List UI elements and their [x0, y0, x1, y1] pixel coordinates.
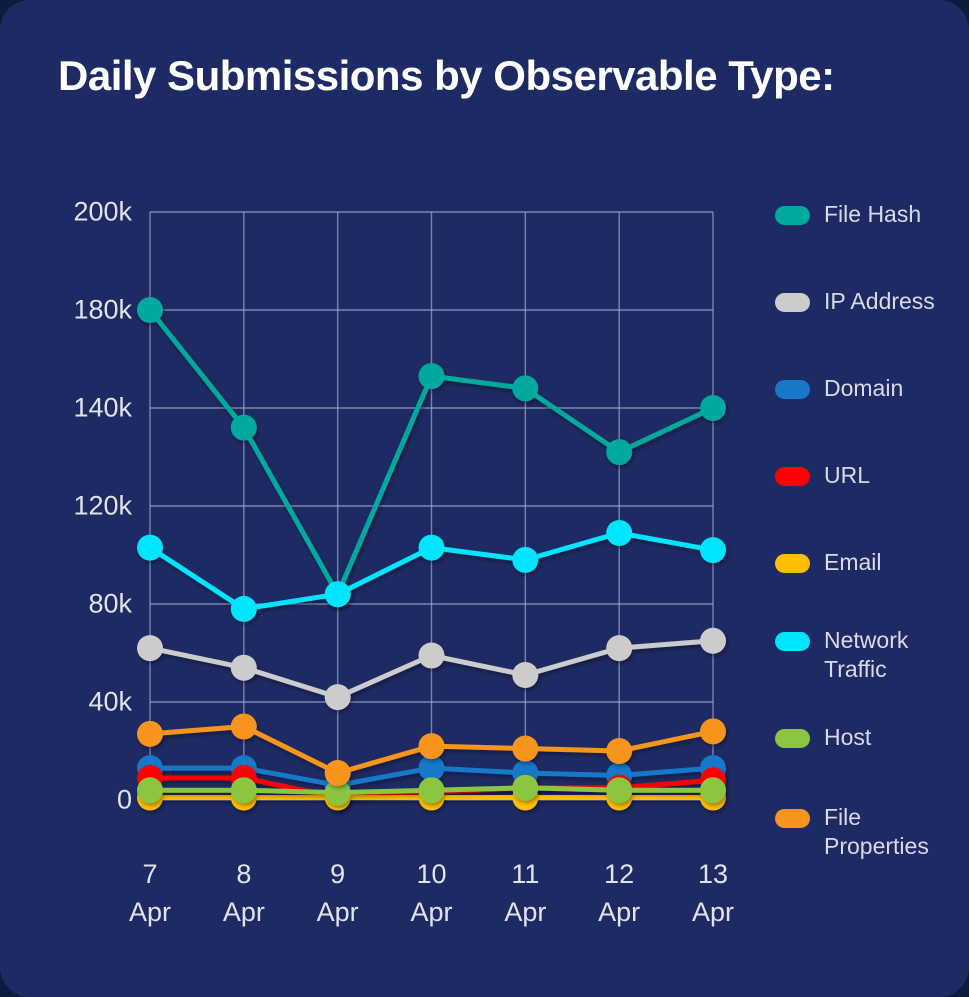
x-axis-tick-month: Apr	[128, 897, 172, 927]
data-point[interactable]	[512, 546, 539, 573]
y-axis-tick-label: 0	[116, 784, 132, 815]
x-axis-tick-month: Apr	[691, 897, 735, 927]
legend-item-host[interactable]: Host	[775, 723, 871, 752]
y-axis-tick-label: 140k	[73, 392, 132, 423]
data-point[interactable]	[230, 414, 257, 441]
y-axis-tick-label: 180k	[73, 294, 132, 325]
data-point[interactable]	[230, 713, 257, 740]
x-axis-tick-month: Apr	[598, 897, 641, 927]
x-axis-tick-month: Apr	[316, 897, 359, 927]
data-point[interactable]	[418, 777, 445, 804]
legend-swatch-icon	[775, 293, 810, 312]
y-axis-tick-label: 40k	[88, 686, 132, 717]
x-axis-tick-label: 7 Apr	[129, 855, 171, 931]
x-axis-tick-day: 10	[416, 859, 447, 889]
legend-swatch-icon	[775, 206, 810, 225]
data-point[interactable]	[512, 375, 539, 402]
data-point[interactable]	[418, 534, 445, 561]
legend-item-label: URL	[824, 462, 871, 488]
data-point[interactable]	[137, 720, 163, 747]
data-point[interactable]	[606, 777, 633, 804]
x-axis-tick-label: 12 Apr	[598, 855, 640, 931]
legend-swatch-icon	[775, 467, 810, 486]
legend-item-url[interactable]: URL	[775, 461, 870, 490]
data-point[interactable]	[700, 777, 726, 804]
legend-swatch-icon	[775, 809, 810, 828]
data-point[interactable]	[230, 595, 257, 622]
legend-item-label: File Properties	[824, 804, 929, 859]
data-point[interactable]	[700, 537, 726, 564]
data-point[interactable]	[700, 627, 726, 654]
x-axis-tick-month: Apr	[222, 897, 265, 927]
data-point[interactable]	[512, 774, 539, 801]
data-point[interactable]	[137, 297, 163, 323]
x-axis-tick-month: Apr	[410, 897, 453, 927]
data-point[interactable]	[324, 581, 351, 608]
data-point[interactable]	[606, 439, 633, 466]
grid-lines	[149, 211, 714, 801]
x-axis-tick-label: 9 Apr	[317, 855, 359, 931]
data-point[interactable]	[137, 635, 163, 662]
y-axis-tick-label: 120k	[73, 490, 132, 521]
legend-item-label: Email	[824, 549, 882, 575]
data-point[interactable]	[700, 718, 726, 745]
data-point[interactable]	[137, 777, 163, 804]
legend-item-domain[interactable]: Domain	[775, 374, 903, 403]
chart-card: Daily Submissions by Observable Type: 20…	[0, 0, 969, 997]
x-axis-tick-day: 8	[236, 859, 252, 889]
data-point[interactable]	[230, 777, 257, 804]
legend-item-ip-address[interactable]: IP Address	[775, 287, 935, 316]
x-axis-tick-day: 9	[330, 859, 346, 889]
legend-item-email[interactable]: Email	[775, 548, 882, 577]
legend-item-network-traffic[interactable]: Network Traffic	[775, 626, 964, 684]
data-point[interactable]	[418, 642, 445, 669]
x-axis-tick-day: 11	[511, 859, 540, 889]
x-axis-tick-label: 10 Apr	[410, 855, 452, 931]
x-axis: 7 Apr 8 Apr 9 Apr 10 Apr 11 Apr 12 Apr 13 Apr	[0, 855, 969, 935]
legend-item-label: File Hash	[824, 201, 922, 227]
data-point[interactable]	[700, 395, 726, 421]
data-point[interactable]	[324, 760, 351, 786]
data-point[interactable]	[230, 654, 257, 681]
data-point[interactable]	[606, 738, 633, 764]
y-axis-tick-label: 200k	[73, 196, 132, 227]
legend-swatch-icon	[775, 729, 810, 748]
x-axis-tick-label: 13 Apr	[692, 855, 734, 931]
data-point[interactable]	[418, 733, 445, 760]
legend-swatch-icon	[775, 554, 810, 573]
data-point[interactable]	[418, 363, 445, 390]
x-axis-tick-day: 12	[604, 859, 635, 889]
x-axis-tick-label: 11 Apr	[504, 855, 546, 931]
data-point[interactable]	[137, 534, 163, 561]
data-point[interactable]	[606, 635, 633, 662]
legend-item-label: Domain	[824, 375, 904, 401]
x-axis-tick-label: 8 Apr	[223, 855, 265, 931]
data-point[interactable]	[324, 684, 351, 711]
x-axis-tick-day: 7	[142, 859, 158, 889]
legend-item-label: IP Address	[824, 288, 935, 314]
y-axis-tick-label: 80k	[88, 588, 132, 619]
legend-item-file-properties[interactable]: File Properties	[775, 803, 964, 861]
data-point[interactable]	[606, 520, 633, 546]
legend-item-label: Network Traffic	[824, 627, 909, 682]
x-axis-tick-month: Apr	[504, 897, 547, 927]
data-point[interactable]	[512, 735, 539, 762]
legend-item-file-hash[interactable]: File Hash	[775, 200, 921, 229]
legend-item-label: Host	[824, 724, 872, 750]
legend-swatch-icon	[775, 632, 810, 651]
x-axis-tick-day: 13	[697, 859, 729, 889]
y-axis: 200k 180k 140k 120k 80k 40k 0	[20, 0, 132, 997]
data-point[interactable]	[512, 662, 539, 688]
legend-swatch-icon	[775, 380, 810, 399]
